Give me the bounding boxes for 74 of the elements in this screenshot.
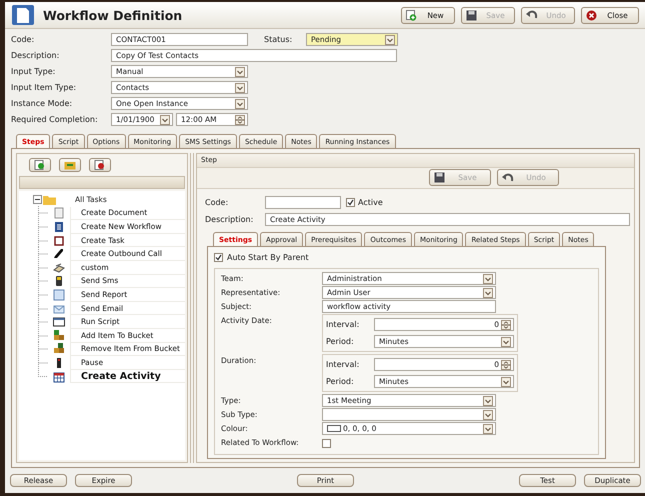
tree-connector-line <box>38 342 48 356</box>
add-icon <box>34 160 46 170</box>
dropdown-icon[interactable] <box>235 98 245 108</box>
tree-connector-line <box>38 302 48 316</box>
dropdown-icon[interactable] <box>483 410 493 420</box>
phone-icon <box>53 248 65 260</box>
task-icon <box>53 234 65 247</box>
field-label: Input Type: <box>11 67 56 76</box>
move-step-button[interactable] <box>59 158 81 172</box>
delete-step-button[interactable] <box>89 158 111 172</box>
boxes-icon <box>53 330 65 342</box>
tree-connector-line <box>38 206 48 220</box>
field-label: Code: <box>205 198 230 206</box>
dropdown-field[interactable] <box>322 408 496 421</box>
tree-connector-line <box>38 328 48 343</box>
tree-connector-line <box>38 260 48 275</box>
field-label: Period: <box>326 377 355 386</box>
field-label: Interval: <box>326 360 360 369</box>
field-label: Status: <box>264 35 294 44</box>
undo-icon <box>502 172 514 183</box>
notebook-icon <box>53 262 65 274</box>
dropdown-icon[interactable] <box>501 336 511 346</box>
field-label: Required Completion: <box>11 115 99 124</box>
dropdown-icon[interactable] <box>483 424 493 434</box>
tree-item[interactable]: Create Activity <box>70 370 185 384</box>
document-icon <box>53 207 65 220</box>
checkbox[interactable] <box>214 253 223 262</box>
field-label: Description: <box>11 51 60 60</box>
field-label: Interval: <box>326 320 360 329</box>
spinner-icon[interactable] <box>235 114 245 124</box>
checkbox-label: Auto Start By Parent <box>227 253 310 262</box>
dropdown-icon[interactable] <box>160 114 170 124</box>
checkbox-label: Active <box>358 198 384 206</box>
add-icon <box>406 10 417 20</box>
boxes-icon <box>53 343 65 356</box>
close-icon <box>586 10 597 20</box>
folder-icon <box>64 160 76 170</box>
dropdown-icon[interactable] <box>385 34 395 44</box>
undo-icon <box>526 10 538 20</box>
tree-connector-line <box>38 288 48 302</box>
field-label: Description: <box>205 214 254 224</box>
envelope-icon <box>53 302 65 315</box>
tree-connector-line <box>38 247 48 262</box>
document-list-icon <box>53 220 65 233</box>
add-step-button[interactable] <box>29 158 51 172</box>
tree-connector-line <box>38 234 48 248</box>
spinner-icon[interactable] <box>501 320 511 330</box>
field-label: Instance Mode: <box>11 99 74 108</box>
mobile-phone-icon <box>53 275 65 288</box>
window-title: Workflow Definition <box>43 8 184 22</box>
field-label: Period: <box>326 337 355 346</box>
dropdown-icon[interactable] <box>483 396 493 406</box>
tree-connector-line <box>38 220 48 234</box>
document-icon <box>11 4 35 26</box>
calendar-icon <box>53 370 65 383</box>
colour-swatch-icon <box>327 425 341 432</box>
dropdown-icon[interactable] <box>235 66 245 76</box>
spinner-icon[interactable] <box>501 360 511 370</box>
tree-connector-line <box>38 274 48 288</box>
folder-icon <box>43 194 57 205</box>
dropdown-icon[interactable] <box>501 376 511 386</box>
field-label: Input Item Type: <box>11 83 78 92</box>
report-icon <box>53 288 65 301</box>
remove-icon <box>94 160 106 170</box>
checkbox[interactable] <box>322 439 331 448</box>
field-label: Code: <box>11 35 36 44</box>
dropdown-icon[interactable] <box>483 288 493 298</box>
checkbox[interactable] <box>346 198 355 206</box>
collapse-icon[interactable] <box>33 195 42 204</box>
dropdown-icon[interactable] <box>235 82 245 92</box>
tree-connector-line <box>38 315 48 330</box>
window-icon <box>53 316 65 328</box>
text-field[interactable] <box>265 196 341 208</box>
dropdown-icon[interactable] <box>483 274 493 284</box>
